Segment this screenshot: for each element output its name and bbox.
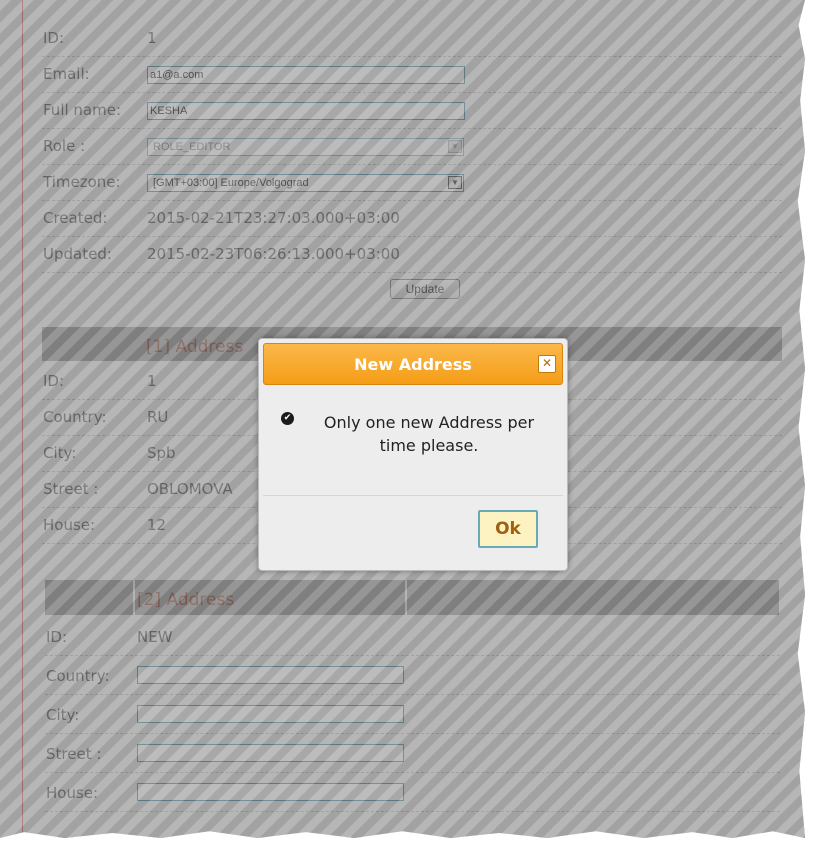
- role-select[interactable]: ROLE_EDITOR ▼: [147, 138, 464, 156]
- dialog-title: New Address: [354, 355, 472, 374]
- ok-button[interactable]: Ok: [478, 510, 538, 548]
- timezone-label: Timezone:: [43, 173, 121, 191]
- dialog-divider: [263, 495, 563, 496]
- margin-line: [22, 0, 23, 838]
- user-id-row: ID: 1: [42, 20, 782, 57]
- dialog-message: Only one new Address per time please.: [323, 413, 535, 455]
- address1-city-label: City:: [43, 444, 77, 462]
- timezone-select-value: [GMT+03:00] Europe/Volgograd: [153, 177, 309, 189]
- email-row: Email: a1@a.com: [42, 56, 782, 93]
- address1-city-value: Spb: [147, 444, 176, 462]
- address2-house-label: House:: [46, 784, 99, 802]
- city-field[interactable]: [137, 705, 404, 723]
- chevron-down-icon[interactable]: ▼: [448, 140, 462, 153]
- address1-id-value: 1: [147, 372, 157, 390]
- address2-id-row: ID: NEW: [45, 619, 780, 656]
- page-sheet: ID: 1 Email: a1@a.com Full name: KESHA R…: [0, 0, 805, 838]
- address1-house-value: 12: [147, 516, 167, 534]
- role-label: Role :: [43, 137, 86, 155]
- address1-country-value: RU: [147, 408, 169, 426]
- update-button[interactable]: Update: [390, 279, 460, 299]
- fullname-row: Full name: KESHA: [42, 92, 782, 129]
- house-field[interactable]: [137, 783, 404, 801]
- timezone-row: Timezone: [GMT+03:00] Europe/Volgograd ▼: [42, 164, 782, 201]
- country-field[interactable]: [137, 666, 404, 684]
- address2-street-label: Street :: [46, 745, 102, 763]
- updated-value: 2015-02-23T06:26:13.000+03:00: [147, 245, 400, 263]
- created-row: Created: 2015-02-21T23:27:03.000+03:00: [42, 200, 782, 237]
- address1-header: [1] Address: [146, 337, 244, 357]
- created-label: Created:: [43, 209, 108, 227]
- check-circle-icon: ✔: [281, 412, 294, 425]
- address1-id-label: ID:: [43, 372, 65, 390]
- address1-country-label: Country:: [43, 408, 107, 426]
- address1-street-label: Street :: [43, 480, 99, 498]
- dialog-titlebar: New Address ✕: [263, 343, 563, 385]
- address2-city-label: City:: [46, 706, 80, 724]
- user-id-label: ID:: [43, 29, 65, 47]
- email-field[interactable]: a1@a.com: [147, 66, 465, 84]
- address2-country-label: Country:: [46, 667, 110, 685]
- address2-id-label: ID:: [46, 628, 68, 646]
- close-icon[interactable]: ✕: [538, 355, 556, 373]
- address2-header-cell: [45, 580, 133, 615]
- updated-row: Updated: 2015-02-23T06:26:13.000+03:00: [42, 236, 782, 273]
- address1-house-label: House:: [43, 516, 96, 534]
- chevron-down-icon[interactable]: ▼: [448, 176, 462, 189]
- timezone-select[interactable]: [GMT+03:00] Europe/Volgograd ▼: [147, 174, 464, 192]
- street-field[interactable]: [137, 744, 404, 762]
- new-address-dialog: New Address ✕ ✔ Only one new Address per…: [258, 338, 568, 571]
- email-label: Email:: [43, 65, 90, 83]
- created-value: 2015-02-21T23:27:03.000+03:00: [147, 209, 400, 227]
- address2-header: [2] Address: [137, 590, 235, 610]
- fullname-field[interactable]: KESHA: [147, 102, 465, 120]
- role-select-value: ROLE_EDITOR: [153, 141, 231, 153]
- updated-label: Updated:: [43, 245, 112, 263]
- role-row: Role : ROLE_EDITOR ▼: [42, 128, 782, 165]
- address1-street-value: OBLOMOVA: [147, 480, 233, 498]
- fullname-label: Full name:: [43, 101, 122, 119]
- address2-header-cell: [407, 580, 779, 615]
- address2-id-value: NEW: [137, 628, 173, 646]
- user-id-value: 1: [147, 29, 157, 47]
